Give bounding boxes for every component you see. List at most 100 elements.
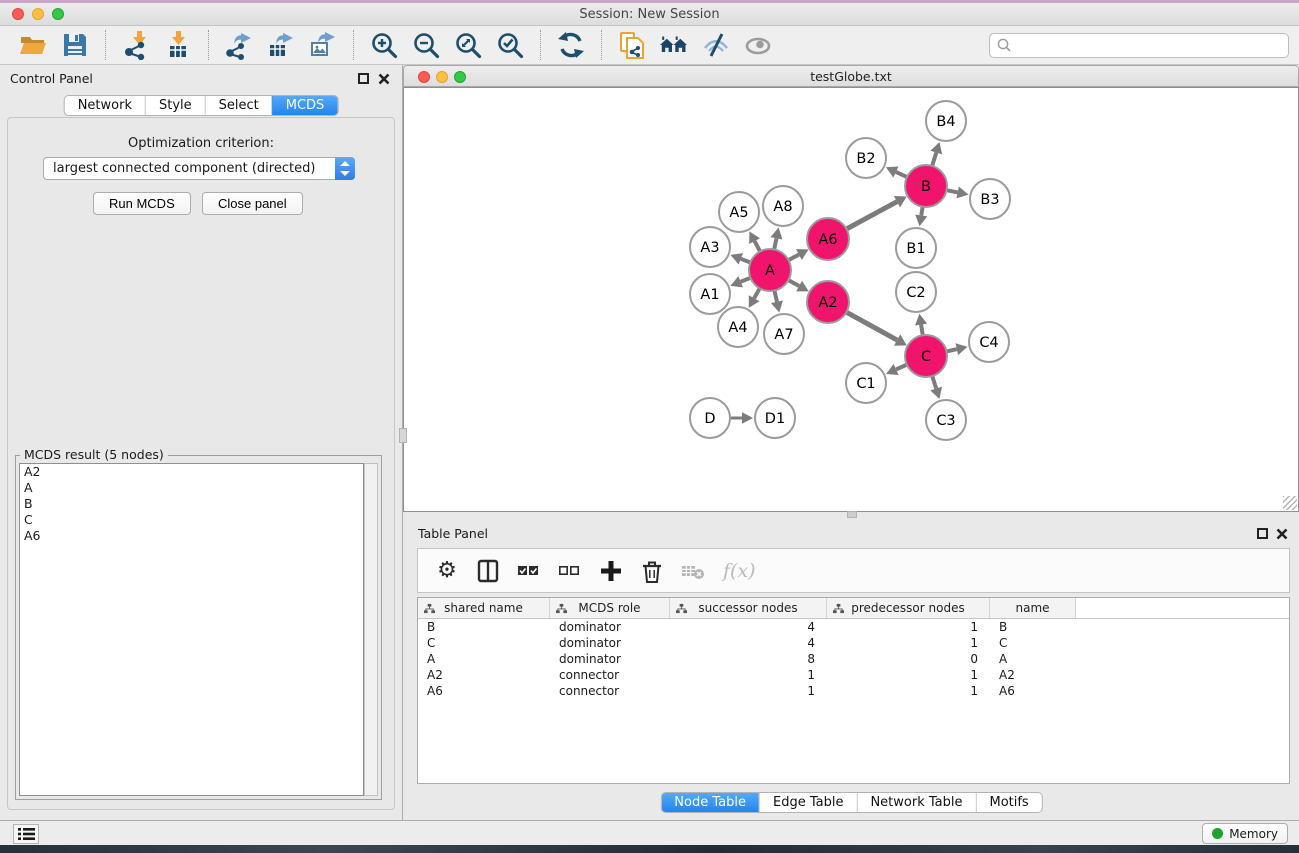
graph-node-A5[interactable]: A5 xyxy=(719,192,759,232)
cell-shared-name[interactable]: C xyxy=(418,635,550,651)
cell-predecessor-nodes[interactable]: 0 xyxy=(827,651,990,667)
search-input[interactable] xyxy=(1012,37,1288,53)
float-panel-icon[interactable] xyxy=(358,73,369,84)
cell-successor-nodes[interactable]: 8 xyxy=(670,651,827,667)
table-row[interactable]: Bdominator41B xyxy=(418,619,1289,635)
export-table-icon[interactable] xyxy=(266,30,296,60)
cell-successor-nodes[interactable]: 4 xyxy=(670,635,827,651)
table-tab-network-table[interactable]: Network Table xyxy=(856,793,975,812)
cell-MCDS-role[interactable]: dominator xyxy=(550,635,670,651)
deselect-all-icon[interactable] xyxy=(557,558,583,584)
export-image-icon[interactable] xyxy=(308,30,338,60)
edge-A-A2[interactable] xyxy=(788,280,799,286)
edge-C-C1[interactable] xyxy=(896,365,907,370)
save-session-icon[interactable] xyxy=(60,30,90,60)
vertical-splitter-handle[interactable] xyxy=(399,428,407,443)
cell-shared-name[interactable]: A xyxy=(418,651,550,667)
graph-node-A1[interactable]: A1 xyxy=(690,274,730,314)
mcds-result-item[interactable]: A2 xyxy=(20,464,363,480)
table-row[interactable]: Adominator80A xyxy=(418,651,1289,667)
column-header-shared-name[interactable]: shared name xyxy=(418,598,550,618)
mcds-result-list[interactable]: A2ABCA6 xyxy=(19,463,364,796)
home-views-icon[interactable] xyxy=(659,30,689,60)
cell-name[interactable]: B xyxy=(990,619,1076,635)
clone-network-icon[interactable] xyxy=(617,30,647,60)
edge-A2-C[interactable] xyxy=(846,312,897,340)
table-tab-edge-table[interactable]: Edge Table xyxy=(759,793,856,812)
network-graph[interactable]: AA1A2A3A4A5A6A7A8BB1B2B3B4CC1C2C3C4DD1 xyxy=(404,88,1296,511)
table-tab-motifs[interactable]: Motifs xyxy=(975,793,1041,812)
graph-node-A4[interactable]: A4 xyxy=(718,307,758,347)
tab-style[interactable]: Style xyxy=(145,96,205,115)
graph-node-A2[interactable]: A2 xyxy=(807,281,849,323)
graph-node-A[interactable]: A xyxy=(749,249,791,291)
graph-node-D1[interactable]: D1 xyxy=(755,398,795,438)
edge-A-A5[interactable] xyxy=(755,241,761,251)
graph-node-C[interactable]: C xyxy=(905,335,947,377)
column-header-predecessor-nodes[interactable]: predecessor nodes xyxy=(827,598,990,618)
close-table-panel-icon[interactable] xyxy=(1276,528,1288,540)
tab-mcds[interactable]: MCDS xyxy=(272,96,338,115)
float-table-panel-icon[interactable] xyxy=(1257,528,1268,539)
criterion-select[interactable]: largest connected component (directed) xyxy=(43,157,355,180)
cell-name[interactable]: A6 xyxy=(990,683,1076,699)
column-header-MCDS-role[interactable]: MCDS role xyxy=(550,598,670,618)
zoom-fit-icon[interactable] xyxy=(453,30,483,60)
edge-C-C2[interactable] xyxy=(921,325,923,336)
memory-button[interactable]: Memory xyxy=(1202,823,1288,844)
mcds-result-item[interactable]: B xyxy=(20,496,363,512)
column-header-successor-nodes[interactable]: successor nodes xyxy=(670,598,827,618)
add-column-icon[interactable] xyxy=(598,558,624,584)
cell-predecessor-nodes[interactable]: 1 xyxy=(827,683,990,699)
cell-predecessor-nodes[interactable]: 1 xyxy=(827,619,990,635)
edge-C-C4[interactable] xyxy=(946,349,956,351)
task-history-button[interactable] xyxy=(13,824,39,844)
export-network-icon[interactable] xyxy=(224,30,254,60)
edge-A-A1[interactable] xyxy=(741,278,751,282)
graph-node-B2[interactable]: B2 xyxy=(846,138,886,178)
cell-MCDS-role[interactable]: dominator xyxy=(550,651,670,667)
graph-node-A6[interactable]: A6 xyxy=(807,218,849,260)
graph-node-A3[interactable]: A3 xyxy=(690,227,730,267)
table-tab-node-table[interactable]: Node Table xyxy=(661,793,759,812)
import-network-icon[interactable] xyxy=(121,30,151,60)
edge-A-A7[interactable] xyxy=(774,291,776,302)
delete-column-icon[interactable] xyxy=(639,558,665,584)
edge-A-A4[interactable] xyxy=(754,288,760,298)
graph-node-C2[interactable]: C2 xyxy=(896,272,936,312)
edge-C-C3[interactable] xyxy=(932,376,936,388)
cell-successor-nodes[interactable]: 1 xyxy=(670,667,827,683)
hide-graphics-details-icon[interactable] xyxy=(701,30,731,60)
run-mcds-button[interactable]: Run MCDS xyxy=(93,192,191,215)
graph-node-B[interactable]: B xyxy=(905,165,947,207)
table-row[interactable]: A2connector11A2 xyxy=(418,667,1289,683)
apply-layout-refresh-icon[interactable] xyxy=(556,30,586,60)
edge-A6-B[interactable] xyxy=(846,202,897,229)
graph-node-B4[interactable]: B4 xyxy=(926,101,966,141)
graph-node-C3[interactable]: C3 xyxy=(926,400,966,440)
graph-node-C4[interactable]: C4 xyxy=(969,322,1009,362)
graph-node-B3[interactable]: B3 xyxy=(970,179,1010,219)
import-table-icon[interactable] xyxy=(163,30,193,60)
column-header-name[interactable]: name xyxy=(990,598,1076,618)
cell-shared-name[interactable]: A6 xyxy=(418,683,550,699)
graph-node-A7[interactable]: A7 xyxy=(764,314,804,354)
cell-MCDS-role[interactable]: dominator xyxy=(550,619,670,635)
graph-node-C1[interactable]: C1 xyxy=(846,363,886,403)
edge-A-A3[interactable] xyxy=(741,259,751,263)
edge-A-A8[interactable] xyxy=(774,238,776,249)
cell-predecessor-nodes[interactable]: 1 xyxy=(827,635,990,651)
graph-node-A8[interactable]: A8 xyxy=(763,186,803,226)
mcds-result-item[interactable]: A6 xyxy=(20,528,363,544)
mcds-result-item[interactable]: C xyxy=(20,512,363,528)
table-row[interactable]: A6connector11A6 xyxy=(418,683,1289,699)
cell-MCDS-role[interactable]: connector xyxy=(550,667,670,683)
zoom-out-icon[interactable] xyxy=(411,30,441,60)
cell-predecessor-nodes[interactable]: 1 xyxy=(827,667,990,683)
cell-name[interactable]: A xyxy=(990,651,1076,667)
tab-select[interactable]: Select xyxy=(205,96,272,115)
mcds-result-scrollbar[interactable] xyxy=(364,463,378,796)
network-window-titlebar[interactable]: testGlobe.txt xyxy=(403,65,1299,87)
network-canvas[interactable]: AA1A2A3A4A5A6A7A8BB1B2B3B4CC1C2C3C4DD1 xyxy=(403,87,1299,512)
zoom-in-icon[interactable] xyxy=(369,30,399,60)
